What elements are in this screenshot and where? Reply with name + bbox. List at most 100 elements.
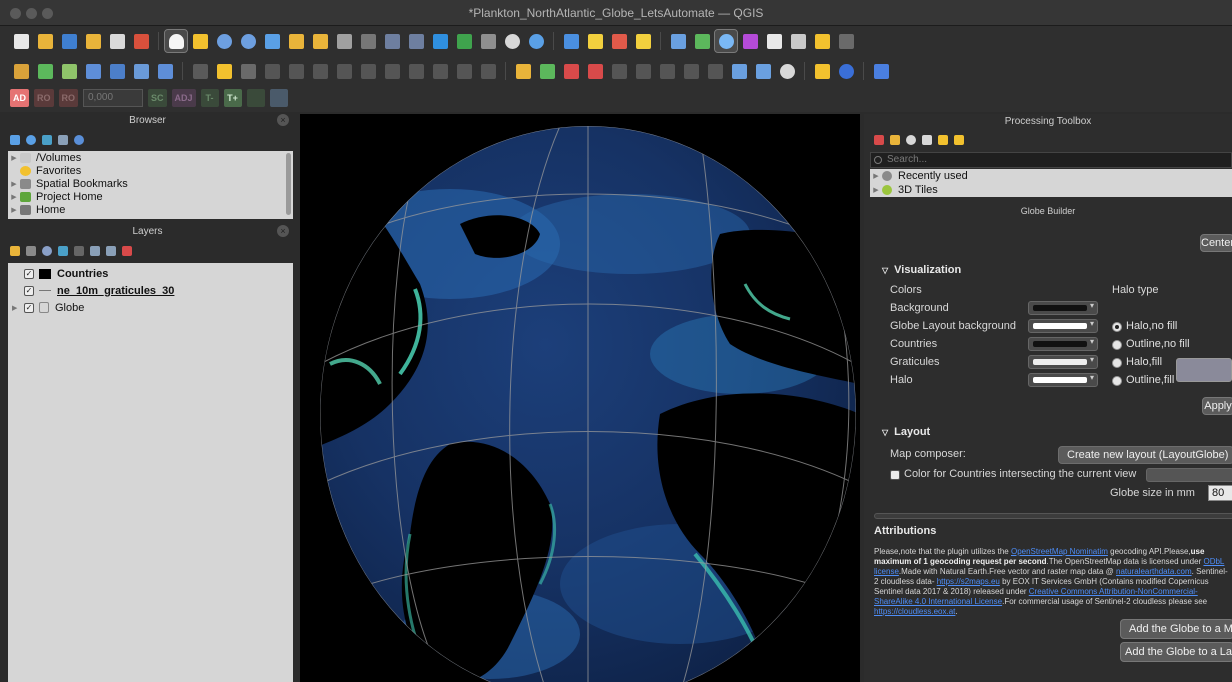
paste-features-icon[interactable] bbox=[429, 60, 451, 82]
add-vector-layer-icon[interactable] bbox=[58, 60, 80, 82]
layer-row-graticules[interactable]: ✓ ne_10m_graticules_30 bbox=[8, 282, 293, 299]
zoom-rubberband-icon[interactable] bbox=[261, 30, 283, 52]
bookmark-icon[interactable] bbox=[477, 30, 499, 52]
outline-no-fill-radio[interactable] bbox=[1112, 340, 1122, 350]
identify-tiles-icon[interactable] bbox=[728, 60, 750, 82]
new-map-view-icon[interactable] bbox=[429, 30, 451, 52]
halo-no-fill-radio[interactable] bbox=[1112, 322, 1122, 332]
center-button[interactable]: Center bbox=[1200, 234, 1232, 252]
processing-item-3d-tiles[interactable]: ▶ 3D Tiles bbox=[870, 183, 1232, 197]
style-manager-icon[interactable] bbox=[130, 30, 152, 52]
zoom-last-icon[interactable] bbox=[381, 30, 403, 52]
rotate-label-icon[interactable] bbox=[632, 60, 654, 82]
temporal-controller-icon[interactable] bbox=[501, 30, 523, 52]
deselect-icon[interactable] bbox=[608, 30, 630, 52]
processing-item-recently-used[interactable]: ▶ Recently used bbox=[870, 169, 1232, 183]
python-console-icon[interactable] bbox=[811, 60, 833, 82]
vertex-tool-icon[interactable] bbox=[285, 60, 307, 82]
expand-arrow-icon[interactable]: ▶ bbox=[8, 180, 20, 188]
filter-icon[interactable] bbox=[42, 135, 52, 145]
globe-layout-background-color-button[interactable]: ▾ bbox=[1028, 319, 1098, 333]
locator-icon[interactable] bbox=[835, 30, 857, 52]
options-icon[interactable] bbox=[954, 135, 964, 145]
digitize-line-icon[interactable] bbox=[261, 60, 283, 82]
undo-icon[interactable] bbox=[453, 60, 475, 82]
browser-item-project-home[interactable]: ▶ Project Home bbox=[8, 190, 293, 203]
refresh-icon[interactable] bbox=[525, 30, 547, 52]
redo-icon[interactable] bbox=[477, 60, 499, 82]
identify-icon[interactable] bbox=[560, 30, 582, 52]
change-label-properties-icon[interactable] bbox=[704, 60, 726, 82]
layer-visibility-checkbox[interactable]: ✓ bbox=[24, 285, 34, 296]
new-print-layout-icon[interactable] bbox=[82, 30, 104, 52]
halo-fill-color-button[interactable] bbox=[1176, 358, 1232, 382]
t-plus-button[interactable]: T+ bbox=[223, 89, 242, 107]
sc-button[interactable]: SC bbox=[148, 89, 167, 107]
collapse-all-icon[interactable] bbox=[106, 246, 116, 256]
modify-attributes-icon[interactable] bbox=[333, 60, 355, 82]
add-group-icon[interactable] bbox=[26, 246, 36, 256]
zoom-selection-icon[interactable] bbox=[309, 30, 331, 52]
expand-arrow-icon[interactable]: ▶ bbox=[8, 154, 20, 162]
zoom-layer-icon[interactable] bbox=[333, 30, 355, 52]
globe-size-input[interactable]: 80 bbox=[1208, 485, 1232, 501]
ad-button[interactable]: AD bbox=[10, 89, 29, 107]
visualization-heading[interactable]: ▽ Visualization bbox=[882, 264, 961, 276]
filter-expression-icon[interactable] bbox=[74, 246, 84, 256]
adj-button[interactable]: ADJ bbox=[171, 89, 196, 107]
open-table-icon[interactable] bbox=[763, 30, 785, 52]
halo-color-button[interactable]: ▾ bbox=[1028, 373, 1098, 387]
collapse-triangle-icon[interactable]: ▽ bbox=[882, 266, 888, 275]
move-diagram-icon[interactable] bbox=[680, 60, 702, 82]
close-panel-icon[interactable]: × bbox=[277, 114, 289, 126]
layout-manager-icon[interactable] bbox=[106, 30, 128, 52]
processing-toolbox-icon[interactable] bbox=[714, 29, 738, 53]
countries-intersect-color-button[interactable] bbox=[1146, 468, 1232, 482]
expand-arrow-icon[interactable]: ▶ bbox=[8, 206, 20, 214]
layer-style-icon[interactable] bbox=[10, 60, 32, 82]
zoom-out-icon[interactable] bbox=[237, 30, 259, 52]
digitize-polygon-icon[interactable] bbox=[309, 60, 331, 82]
processing-search-input[interactable]: Search... bbox=[870, 152, 1232, 168]
expand-arrow-icon[interactable]: ▶ bbox=[8, 193, 20, 201]
color-countries-checkbox[interactable] bbox=[890, 470, 900, 480]
select-features-icon[interactable] bbox=[584, 30, 606, 52]
expand-arrow-icon[interactable]: ▶ bbox=[870, 186, 882, 194]
label-highlight-icon[interactable] bbox=[536, 60, 558, 82]
refresh-icon[interactable] bbox=[26, 135, 36, 145]
current-edits-icon[interactable] bbox=[189, 60, 211, 82]
graticules-color-button[interactable]: ▾ bbox=[1028, 355, 1098, 369]
add-globe-to-map-button[interactable]: Add the Globe to a Map bbox=[1120, 619, 1232, 639]
cloudless-link[interactable]: https://cloudless.eox.at bbox=[874, 607, 955, 616]
outline-fill-radio[interactable] bbox=[1112, 376, 1122, 386]
georeference-icon[interactable] bbox=[752, 60, 774, 82]
pin-labels-icon[interactable] bbox=[560, 60, 582, 82]
s2maps-link[interactable]: https://s2maps.eu bbox=[937, 577, 1000, 586]
move-label-icon[interactable] bbox=[608, 60, 630, 82]
expand-all-icon[interactable] bbox=[90, 246, 100, 256]
statistical-summary-icon[interactable] bbox=[739, 30, 761, 52]
new-project-icon[interactable] bbox=[10, 30, 32, 52]
zoom-in-icon[interactable] bbox=[213, 30, 235, 52]
globe-plugin-icon[interactable] bbox=[776, 60, 798, 82]
layer-visibility-checkbox[interactable]: ✓ bbox=[24, 302, 34, 313]
change-label-icon[interactable] bbox=[656, 60, 678, 82]
info-icon[interactable] bbox=[74, 135, 84, 145]
layout-heading[interactable]: ▽ Layout bbox=[882, 426, 930, 438]
apply-button[interactable]: Apply bbox=[1202, 397, 1232, 415]
add-spatialite-icon[interactable] bbox=[154, 60, 176, 82]
globe-builder-icon[interactable] bbox=[835, 60, 857, 82]
add-wms-icon[interactable] bbox=[130, 60, 152, 82]
browser-item-home[interactable]: ▶ Home bbox=[8, 203, 293, 216]
advanced-value-input[interactable]: 0,000 bbox=[83, 89, 143, 107]
edit-pencil-icon[interactable] bbox=[34, 60, 56, 82]
countries-color-button[interactable]: ▾ bbox=[1028, 337, 1098, 351]
save-project-icon[interactable] bbox=[58, 30, 80, 52]
layer-row-globe[interactable]: ▶ ✓ Globe bbox=[8, 299, 293, 316]
layer-row-countries[interactable]: ✓ Countries bbox=[8, 265, 293, 282]
cut-features-icon[interactable] bbox=[381, 60, 403, 82]
zoom-full-icon[interactable] bbox=[285, 30, 307, 52]
save-edits-icon[interactable] bbox=[237, 60, 259, 82]
browser-item-spatial-bookmarks[interactable]: ▶ Spatial Bookmarks bbox=[8, 177, 293, 190]
map-composer-select[interactable]: Create new layout (LayoutGlobe) bbox=[1058, 446, 1232, 464]
